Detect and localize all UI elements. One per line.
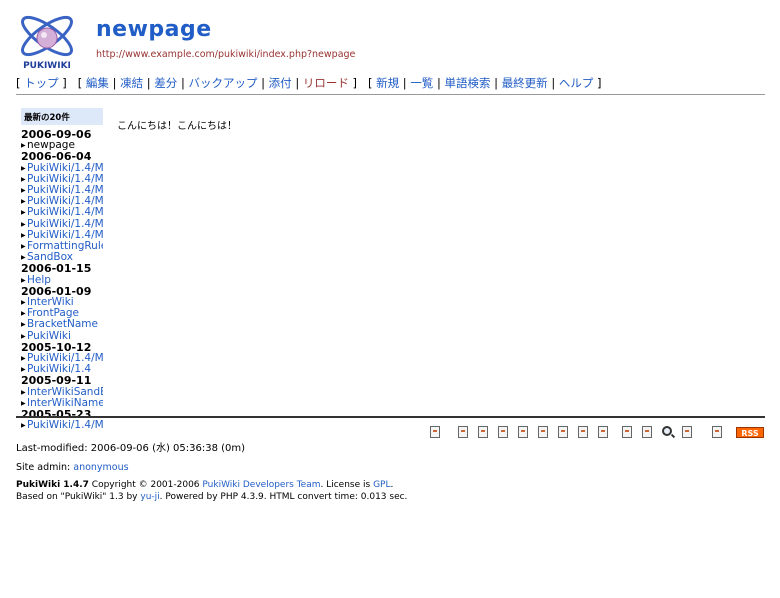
footer-divider — [16, 416, 765, 418]
recent-item-label: InterWikiName — [27, 396, 103, 409]
gpl-link[interactable]: GPL — [373, 480, 390, 490]
recent-item-label: FormattingRule — [27, 240, 103, 253]
pukiwiki-logo-icon: PUKIWIKI — [21, 15, 73, 71]
nav-edit-link[interactable]: 編集 — [86, 76, 109, 90]
page-url: http://www.example.com/pukiwiki/index.ph… — [96, 49, 356, 60]
recent-item-label: PukiWiki/1.4/M — [27, 206, 103, 219]
edit-icon[interactable] — [458, 426, 468, 438]
help-icon[interactable] — [712, 426, 722, 438]
new-icon[interactable] — [622, 426, 632, 438]
site-admin-link[interactable]: anonymous — [73, 462, 128, 473]
reload-icon[interactable] — [598, 426, 608, 438]
developers-team-link[interactable]: PukiWiki Developers Team — [202, 480, 320, 490]
recent-item-label: PukiWiki/1.4/M — [27, 419, 103, 432]
nav-new-link[interactable]: 新規 — [376, 76, 399, 90]
copy-icon[interactable] — [558, 426, 568, 438]
footer-info: PukiWiki 1.4.7 Copyright © 2001-2006 Puk… — [16, 479, 407, 503]
page-title: newpage — [96, 17, 212, 42]
nav-freeze-link[interactable]: 凍結 — [120, 76, 143, 90]
recent-item-label: PukiWiki/1.4/M — [27, 352, 103, 365]
recent-item-label: PukiWiki/1.4/M — [27, 161, 103, 174]
recent-item-label: FrontPage — [27, 307, 79, 320]
site-admin: Site admin: anonymous — [16, 462, 129, 473]
pukiwiki-logo[interactable]: PUKIWIKI — [14, 6, 80, 72]
recent-item-label: PukiWiki/1.4/M — [27, 195, 103, 208]
recent-item-label: BracketName — [27, 318, 98, 331]
recent-item-label: SandBox — [27, 251, 73, 264]
recent-item-label: InterWikiSandB — [27, 385, 103, 398]
yu-ji-link[interactable]: yu-ji — [140, 492, 159, 502]
search-icon[interactable] — [662, 426, 672, 436]
nav-backup-link[interactable]: バックアップ — [188, 76, 257, 90]
backup-icon[interactable] — [518, 426, 528, 438]
nav-list-link[interactable]: 一覧 — [410, 76, 433, 90]
nav-recent-link[interactable]: 最終更新 — [502, 76, 548, 90]
nav-attach-link[interactable]: 添付 — [269, 76, 292, 90]
recent-item-label: PukiWiki/1.4 — [27, 363, 92, 376]
recent-item-label: PukiWiki/1.4/M — [27, 228, 103, 241]
recent-item-label: PukiWiki/1.4/M — [27, 184, 103, 197]
attach-icon[interactable] — [538, 426, 548, 438]
recent-item-label: PukiWiki/1.4/M — [27, 217, 103, 230]
recent-item-label: PukiWiki/1.4/M — [27, 172, 103, 185]
menu-bar: 最新の20件 2006-09-06 ▶newpage 2006-06-04 ▶Puki… — [21, 108, 103, 431]
nav-top-link[interactable]: トップ — [24, 76, 59, 90]
nav-help-link[interactable]: ヘルプ — [559, 76, 594, 90]
recent-item[interactable]: ▶PukiWiki/1.4/M — [21, 420, 103, 431]
rename-icon[interactable] — [578, 426, 588, 438]
last-modified: Last-modified: 2006-09-06 (水) 05:36:38 (… — [16, 443, 246, 454]
nav-reload-link[interactable]: リロード — [303, 76, 349, 90]
copyright-line: PukiWiki 1.4.7 Copyright © 2001-2006 Puk… — [16, 480, 394, 490]
nav-search-link[interactable]: 単語検索 — [445, 76, 491, 90]
recent-item-label: Help — [27, 273, 51, 286]
list-icon[interactable] — [642, 426, 652, 438]
recent-changes-list: 2006-09-06 ▶newpage 2006-06-04 ▶PukiWiki/1.… — [21, 129, 103, 431]
recent-item-label: InterWiki — [27, 296, 74, 309]
navigation-bar: [ トップ ] [ 編集 | 凍結 | 差分 | バックアップ | 添付 | リ… — [16, 76, 602, 90]
page-body: こんにちは！こんにちは！ — [117, 121, 237, 132]
recent-icon[interactable] — [682, 426, 692, 438]
recent-item-label: PukiWiki — [27, 329, 71, 342]
rss-icon[interactable]: RSS — [736, 427, 764, 438]
top-icon[interactable] — [430, 426, 440, 438]
diff-icon[interactable] — [498, 426, 508, 438]
nav-diff-link[interactable]: 差分 — [154, 76, 177, 90]
version-name: PukiWiki 1.4.7 — [16, 480, 89, 490]
freeze-icon[interactable] — [478, 426, 488, 438]
recent-changes-heading: 最新の20件 — [21, 108, 103, 125]
based-on-line: Based on "PukiWiki" 1.3 by yu-ji. Powere… — [16, 492, 408, 502]
svg-text:PUKIWIKI: PUKIWIKI — [23, 61, 71, 71]
header-divider — [16, 94, 765, 95]
recent-item-label: newpage — [27, 139, 75, 152]
